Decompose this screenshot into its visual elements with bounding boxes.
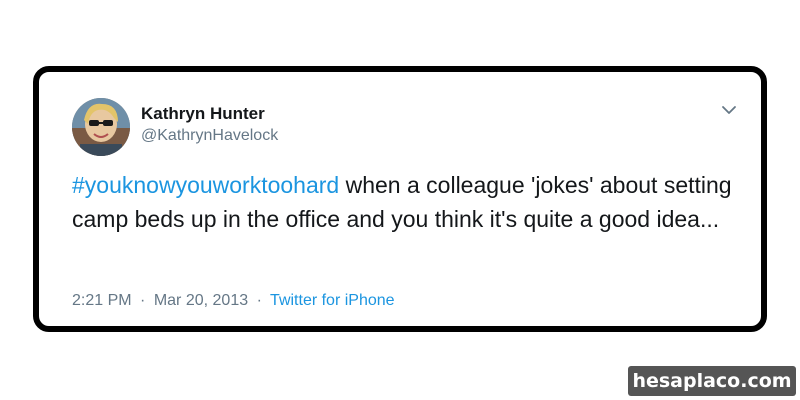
tweet-card: Kathryn Hunter @KathrynHavelock #youknow… <box>33 66 767 332</box>
tweet-meta: 2:21 PM · Mar 20, 2013 · Twitter for iPh… <box>72 292 395 310</box>
author-name[interactable]: Kathryn Hunter <box>141 104 265 124</box>
avatar[interactable] <box>72 98 130 156</box>
chevron-down-icon[interactable] <box>719 100 739 120</box>
meta-separator-2: · <box>256 292 262 309</box>
tweet-date[interactable]: Mar 20, 2013 <box>154 292 248 309</box>
avatar-image <box>72 98 130 156</box>
meta-separator: · <box>140 292 146 309</box>
page: Kathryn Hunter @KathrynHavelock #youknow… <box>0 0 800 400</box>
hashtag-link[interactable]: #youknowyouworktoohard <box>72 172 339 198</box>
author-handle[interactable]: @KathrynHavelock <box>141 127 278 145</box>
tweet-text: #youknowyouworktoohard when a colleague … <box>72 168 752 236</box>
tweet-time[interactable]: 2:21 PM <box>72 292 132 309</box>
watermark: hesaplaco.com <box>628 366 796 396</box>
tweet-source-link[interactable]: Twitter for iPhone <box>270 292 395 309</box>
